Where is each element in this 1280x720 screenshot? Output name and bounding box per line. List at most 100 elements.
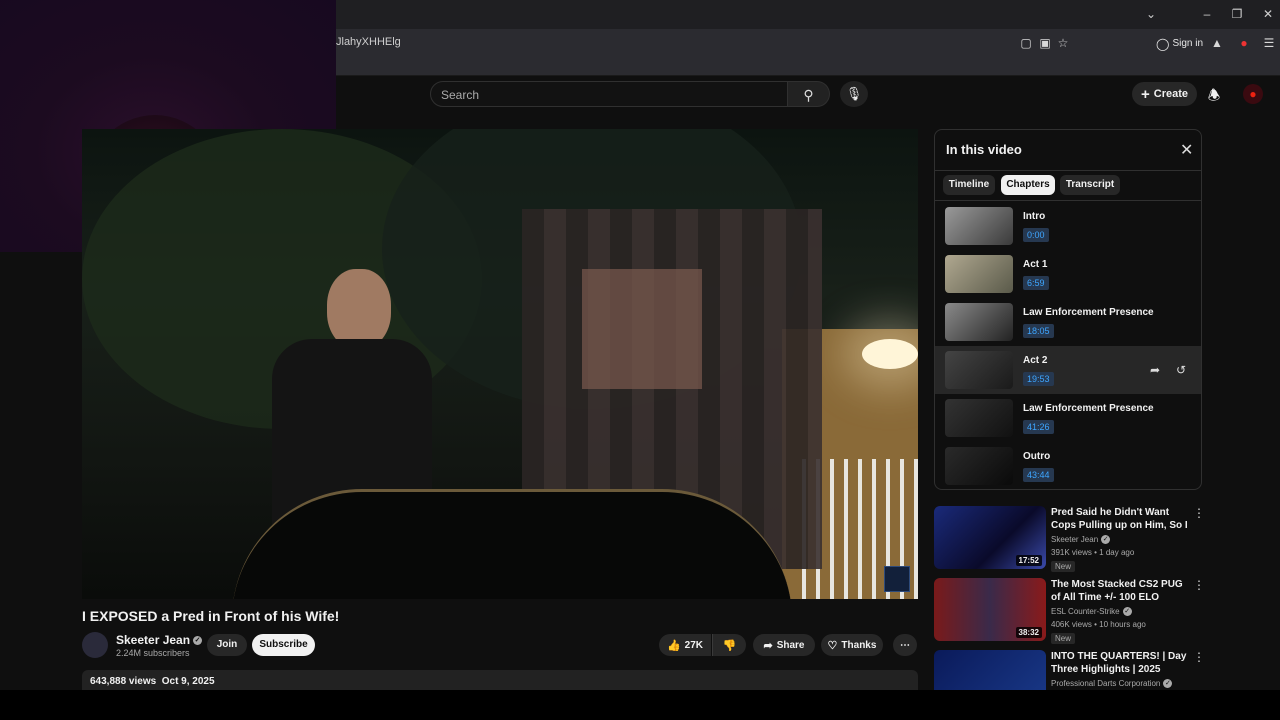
chapter-item-active[interactable]: Act 2 19:53 ➦ ↺ bbox=[935, 346, 1201, 394]
recommendation-thumbnail[interactable] bbox=[934, 650, 1046, 690]
like-button[interactable]: 👍 27K bbox=[659, 634, 711, 656]
new-badge: New bbox=[1051, 561, 1076, 572]
chapter-thumbnail bbox=[945, 351, 1013, 389]
chapter-thumbnail bbox=[945, 399, 1013, 437]
more-icon[interactable]: ⋮ bbox=[1193, 578, 1205, 592]
recommendation-item[interactable]: 38:32 The Most Stacked CS2 PUG of All Ti… bbox=[934, 578, 1214, 644]
chapter-item[interactable]: Act 1 6:59 bbox=[935, 250, 1201, 298]
duration-badge: 38:32 bbox=[1015, 627, 1042, 638]
chapter-title: Outro bbox=[1023, 451, 1051, 462]
voice-search-button[interactable]: 🎙 bbox=[840, 81, 868, 107]
chapter-timestamp[interactable]: 41:26 bbox=[1023, 420, 1054, 434]
thumbs-up-icon: 👍 bbox=[666, 639, 681, 652]
search-button[interactable]: ⚲ bbox=[788, 81, 830, 107]
recommendation-channel-text: Skeeter Jean bbox=[1051, 535, 1099, 544]
car-silhouette bbox=[232, 489, 792, 599]
repeat-icon[interactable]: ↺ bbox=[1176, 363, 1186, 377]
chapter-item[interactable]: Intro 0:00 bbox=[935, 202, 1201, 250]
panel-divider-2 bbox=[935, 200, 1201, 201]
recommendation-thumbnail[interactable]: 38:32 bbox=[934, 578, 1046, 641]
tab-transcript[interactable]: Transcript bbox=[1060, 175, 1120, 195]
more-actions-button[interactable]: ⋯ bbox=[893, 634, 917, 656]
subscribe-button[interactable]: Subscribe bbox=[252, 634, 315, 656]
chapter-thumbnail bbox=[945, 447, 1013, 485]
recommendation-title[interactable]: The Most Stacked CS2 PUG of All Time +/-… bbox=[1051, 578, 1191, 604]
new-badge: New bbox=[1051, 633, 1076, 644]
more-icon[interactable]: ⋮ bbox=[1193, 506, 1205, 520]
bookmark-star-icon[interactable]: ☆ bbox=[1055, 35, 1071, 51]
panel-divider bbox=[935, 170, 1201, 171]
recommendation-item[interactable]: INTO THE QUARTERS! | Day Three Highlight… bbox=[934, 650, 1214, 690]
chapter-timestamp[interactable]: 0:00 bbox=[1023, 228, 1049, 242]
chapter-thumbnail bbox=[945, 255, 1013, 293]
recommendation-item[interactable]: 17:52 Pred Said he Didn't Want Cops Pull… bbox=[934, 506, 1214, 572]
close-icon[interactable]: ✕ bbox=[1180, 140, 1193, 160]
chapter-title: Law Enforcement Presence bbox=[1023, 403, 1154, 414]
chapter-timestamp[interactable]: 18:05 bbox=[1023, 324, 1054, 338]
mic-icon: 🎙 bbox=[845, 86, 863, 101]
description-box[interactable]: 643,888 views Oct 9, 2025 bbox=[82, 670, 918, 690]
create-button[interactable]: + Create bbox=[1132, 82, 1197, 106]
tab-timeline[interactable]: Timeline bbox=[943, 175, 995, 195]
chapter-timestamp[interactable]: 6:59 bbox=[1023, 276, 1049, 290]
recommendation-channel-text: ESL Counter-Strike bbox=[1051, 607, 1120, 616]
channel-name[interactable]: Skeeter Jean ✓ bbox=[116, 633, 203, 647]
recommendation-channel[interactable]: Skeeter Jean ✓ bbox=[1051, 535, 1111, 545]
sign-in-label: Sign in bbox=[1172, 38, 1204, 49]
like-count: 27K bbox=[684, 639, 704, 651]
recommendation-thumbnail[interactable]: 17:52 bbox=[934, 506, 1046, 569]
recommendation-channel[interactable]: Professional Darts Corporation ✓ bbox=[1051, 679, 1173, 689]
porch-light bbox=[862, 339, 918, 369]
thanks-button[interactable]: ♡ Thanks bbox=[821, 634, 883, 656]
verified-icon: ✓ bbox=[1163, 679, 1173, 689]
thanks-label: Thanks bbox=[841, 639, 877, 651]
verified-icon: ✓ bbox=[1101, 535, 1111, 545]
chapter-item[interactable]: Law Enforcement Presence 18:05 bbox=[935, 298, 1201, 346]
search-input[interactable]: Search bbox=[430, 81, 788, 107]
url-text[interactable]: JlahyXHHElg bbox=[336, 36, 401, 48]
duration-badge: 17:52 bbox=[1015, 555, 1042, 566]
extension-badge-icon[interactable]: ● bbox=[1236, 35, 1252, 51]
pixelated-face bbox=[582, 269, 702, 389]
share-icon[interactable]: ➦ bbox=[1150, 363, 1160, 377]
channel-watermark[interactable] bbox=[884, 566, 910, 592]
video-player[interactable] bbox=[82, 129, 918, 599]
chapter-item[interactable]: Law Enforcement Presence 41:26 bbox=[935, 394, 1201, 442]
install-app-icon[interactable]: ▢ bbox=[1018, 35, 1034, 51]
panel-title: In this video bbox=[946, 142, 1022, 157]
bell-icon[interactable]: 🕭 bbox=[1206, 85, 1222, 103]
chapter-timestamp[interactable]: 43:44 bbox=[1023, 468, 1054, 482]
verified-icon: ✓ bbox=[193, 636, 203, 646]
video-title: I EXPOSED a Pred in Front of his Wife! bbox=[82, 608, 340, 624]
browser-menu-icon[interactable]: ☰ bbox=[1261, 35, 1277, 51]
avatar[interactable]: ● bbox=[1243, 84, 1263, 104]
restore-icon[interactable]: ❐ bbox=[1229, 6, 1245, 22]
recommendation-title[interactable]: Pred Said he Didn't Want Cops Pulling up… bbox=[1051, 506, 1191, 532]
minimize-icon[interactable]: – bbox=[1199, 6, 1215, 22]
recommendation-channel-text: Professional Darts Corporation bbox=[1051, 679, 1161, 688]
chapter-thumbnail bbox=[945, 207, 1013, 245]
plus-icon: + bbox=[1140, 85, 1150, 103]
recommendation-channel[interactable]: ESL Counter-Strike ✓ bbox=[1051, 607, 1132, 617]
browser-sign-in-button[interactable]: ◯ Sign in bbox=[1156, 35, 1203, 52]
chapter-item[interactable]: Outro 43:44 bbox=[935, 442, 1201, 489]
chapter-title: Law Enforcement Presence bbox=[1023, 307, 1154, 318]
recommendation-meta: 391K views • 1 day ago bbox=[1051, 548, 1135, 557]
close-window-icon[interactable]: ✕ bbox=[1260, 6, 1276, 22]
search-icon: ⚲ bbox=[803, 87, 814, 103]
tab-chapters[interactable]: Chapters bbox=[1001, 175, 1055, 195]
share-button[interactable]: ➦ Share bbox=[753, 634, 815, 656]
chapter-timestamp[interactable]: 19:53 bbox=[1023, 372, 1054, 386]
recommendation-title[interactable]: INTO THE QUARTERS! | Day Three Highlight… bbox=[1051, 650, 1191, 676]
dislike-button[interactable]: 👎 bbox=[712, 634, 746, 656]
channel-avatar[interactable] bbox=[82, 632, 108, 658]
more-icon: ⋯ bbox=[900, 639, 910, 651]
extensions-icon[interactable]: ▲ bbox=[1209, 35, 1225, 51]
chapter-title: Act 1 bbox=[1023, 259, 1048, 270]
cast-icon[interactable]: ▣ bbox=[1037, 35, 1053, 51]
join-button[interactable]: Join bbox=[207, 634, 247, 656]
bottom-bar bbox=[0, 690, 1280, 720]
tab-list-chevron-icon[interactable]: ⌄ bbox=[1143, 6, 1159, 22]
more-icon[interactable]: ⋮ bbox=[1193, 650, 1205, 664]
account-icon: ◯ bbox=[1156, 36, 1170, 51]
